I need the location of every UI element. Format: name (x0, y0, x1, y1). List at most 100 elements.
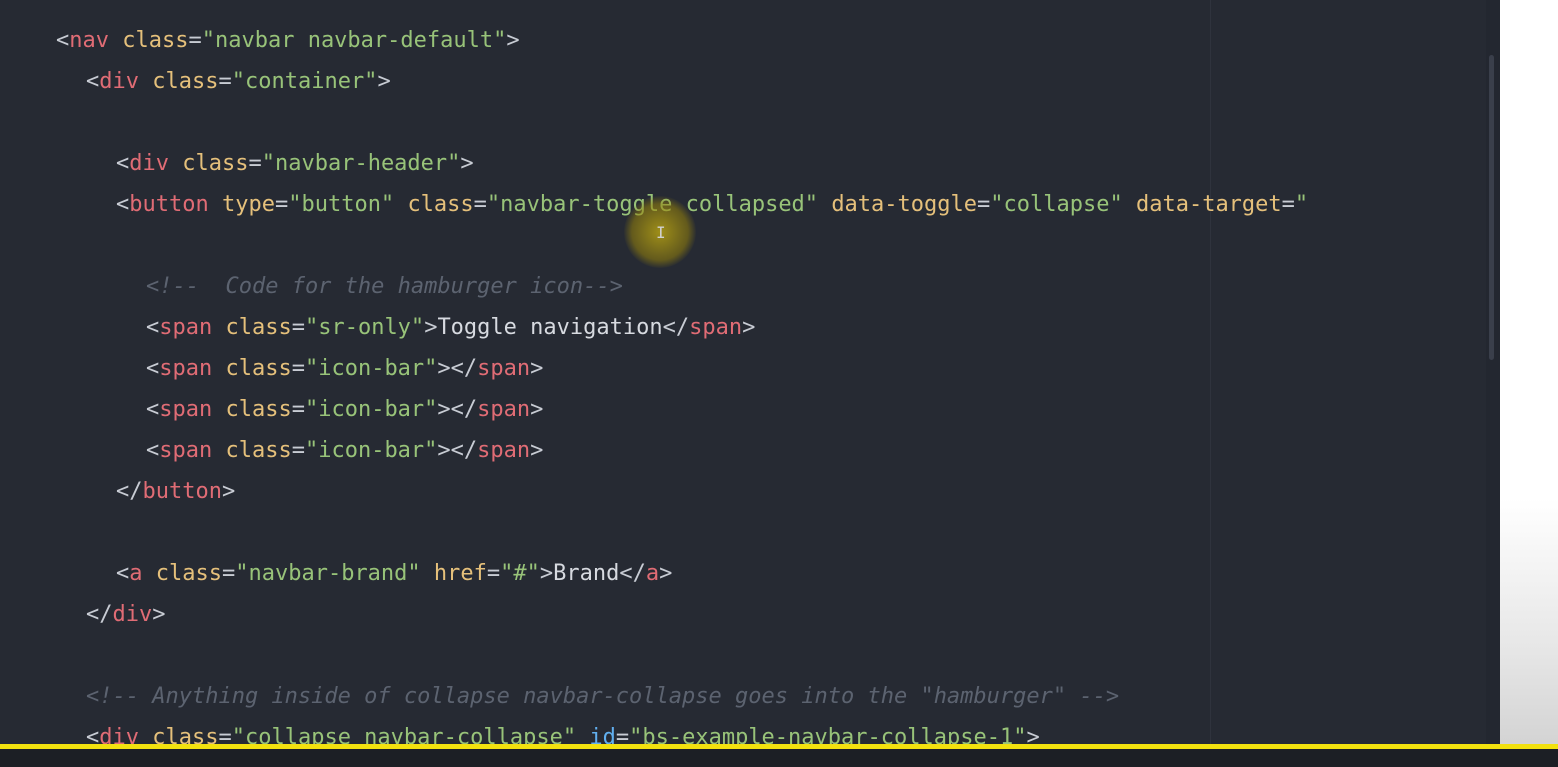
code-token-punct: > (530, 438, 544, 463)
bottom-band (0, 749, 1558, 767)
code-token-attr: class (182, 151, 249, 176)
code-token-punct: ></ (437, 438, 478, 463)
code-token-punct: = (486, 561, 501, 586)
text-ibeam-icon: I (656, 223, 666, 242)
code-token-str: "#" (500, 561, 540, 586)
code-token-punct: = (1281, 192, 1295, 217)
code-token-tag: span (159, 315, 213, 340)
code-token-tag: button (142, 479, 222, 504)
code-line[interactable]: <div class="navbar-header"> (116, 143, 474, 184)
code-line[interactable]: <div class="container"> (86, 61, 391, 102)
code-line[interactable]: <button type="button" class="navbar-togg… (116, 184, 1308, 225)
code-token-punct: > (152, 602, 166, 627)
code-token-punct: > (530, 397, 544, 422)
code-token-punct: < (56, 28, 70, 53)
code-token-punct: > (742, 315, 756, 340)
code-token-attr: class (225, 356, 292, 381)
code-token-tag: span (689, 315, 743, 340)
code-token-attr: class (122, 28, 189, 53)
code-token-tag: button (129, 192, 209, 217)
code-token-punct: > (539, 561, 554, 586)
code-token-punct: </ (619, 561, 646, 586)
code-token-punct: </ (116, 479, 143, 504)
code-token-tag: a (129, 561, 143, 586)
code-token-attr: data-toggle (831, 192, 978, 217)
code-token-attr: class (225, 315, 292, 340)
code-line[interactable]: <!-- Anything inside of collapse navbar-… (86, 676, 1119, 717)
wrap-guide (1210, 0, 1211, 767)
code-token-str: "collapse" (990, 192, 1123, 217)
code-line[interactable]: </button> (116, 471, 235, 512)
code-token-text: Toggle navigation (437, 315, 663, 340)
code-token-punct: = (274, 192, 289, 217)
code-line[interactable]: <span class="icon-bar"></span> (146, 348, 543, 389)
code-token-punct: < (146, 315, 160, 340)
code-line[interactable]: <a class="navbar-brand" href="#">Brand</… (116, 553, 672, 594)
code-token-tag: a (645, 561, 660, 586)
scrollbar-thumb[interactable] (1489, 55, 1494, 360)
code-editor[interactable]: <nav class="navbar navbar-default"> <div … (0, 0, 1500, 767)
code-line[interactable]: <span class="sr-only">Toggle navigation<… (146, 307, 755, 348)
code-token-tag: span (159, 397, 213, 422)
code-token-punct: > (659, 561, 673, 586)
code-token-attr: class (155, 561, 222, 586)
code-token-attr: class (152, 69, 219, 94)
code-token-tag: span (159, 438, 213, 463)
code-token-punct: < (146, 356, 160, 381)
code-token-tag: div (129, 151, 169, 176)
code-token-attr: class (225, 397, 292, 422)
code-token-punct: = (218, 69, 232, 94)
code-line[interactable]: <span class="icon-bar"></span> (146, 430, 543, 471)
code-token-comment: <!-- Anything inside of collapse navbar-… (86, 684, 1120, 709)
code-token-punct: = (291, 438, 305, 463)
code-token-str: "icon-bar" (304, 356, 438, 381)
code-token-str: "navbar-header" (261, 151, 461, 176)
code-token-str: "icon-bar" (304, 438, 438, 463)
code-token-str: "navbar navbar-default" (201, 28, 507, 53)
code-token-punct: > (506, 28, 520, 53)
code-token-punct: = (248, 151, 262, 176)
code-token-str: "icon-bar" (304, 397, 438, 422)
code-token-str: " (1294, 192, 1309, 217)
code-token-comment: <!-- Code for the hamburger icon--> (146, 274, 623, 299)
code-token-attr: data-target (1135, 192, 1282, 217)
code-token-punct: < (146, 438, 160, 463)
code-token-str: "sr-only" (304, 315, 425, 340)
code-token-punct: = (291, 315, 305, 340)
code-token-punct: = (291, 356, 305, 381)
code-token-punct: > (221, 479, 236, 504)
code-token-tag: span (477, 397, 531, 422)
code-token-tag: span (477, 438, 531, 463)
code-token-tag: div (99, 69, 139, 94)
code-token-punct: < (116, 561, 130, 586)
code-token-punct: < (86, 69, 100, 94)
code-token-tag: span (477, 356, 531, 381)
code-line[interactable]: <!-- Code for the hamburger icon--> (146, 266, 623, 307)
side-panel (1500, 0, 1558, 767)
code-token-punct: > (460, 151, 474, 176)
code-token-punct: = (221, 561, 236, 586)
code-token-str: "button" (288, 192, 395, 217)
code-token-punct: < (146, 397, 160, 422)
code-line[interactable]: <nav class="navbar navbar-default"> (56, 20, 520, 61)
code-token-punct: < (116, 151, 130, 176)
code-line[interactable]: <span class="icon-bar"></span> (146, 389, 543, 430)
code-token-punct: = (473, 192, 487, 217)
code-token-attr: type (221, 192, 275, 217)
code-token-attr: class (225, 438, 292, 463)
code-token-punct: > (424, 315, 438, 340)
code-token-tag: div (112, 602, 153, 627)
code-token-text: Brand (553, 561, 620, 586)
code-token-punct: < (116, 192, 130, 217)
code-token-tag: nav (69, 28, 109, 53)
code-line[interactable]: </div> (86, 594, 166, 635)
